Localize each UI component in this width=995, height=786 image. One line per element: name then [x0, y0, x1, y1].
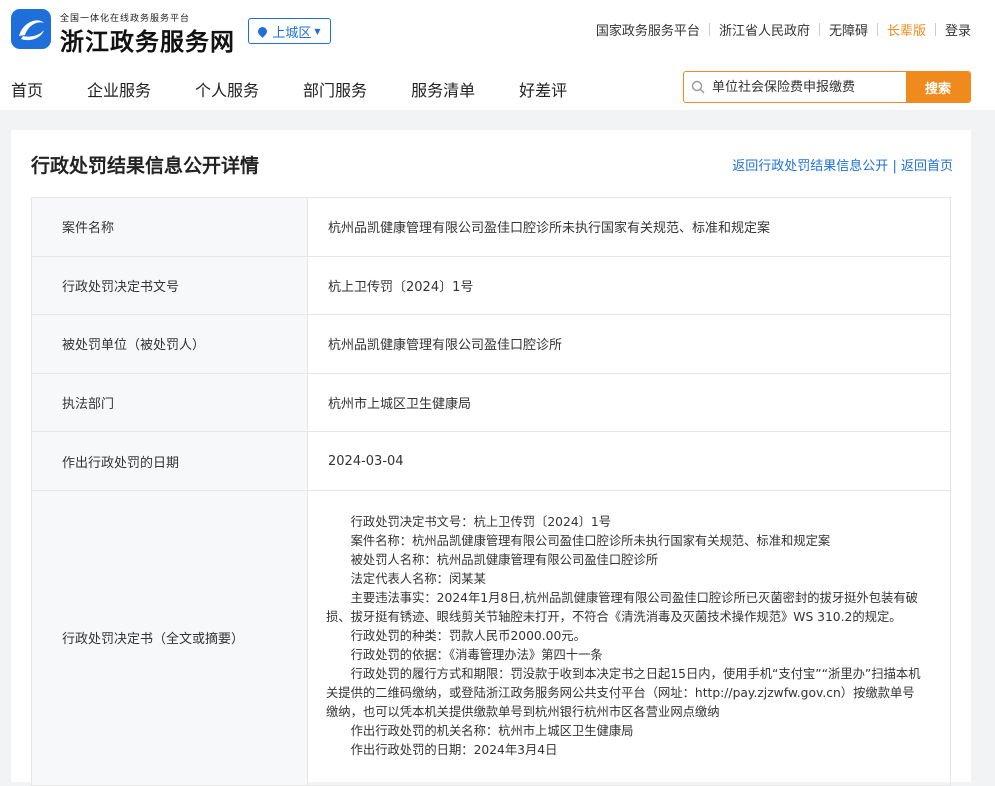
row-label: 行政处罚决定书（全文或摘要）: [31, 489, 308, 786]
row-value: 杭州品凯健康管理有限公司盈佳口腔诊所未执行国家有关规范、标准和规定案: [307, 197, 951, 257]
table-row: 案件名称 杭州品凯健康管理有限公司盈佳口腔诊所未执行国家有关规范、标准和规定案: [31, 197, 951, 257]
row-label: 作出行政处罚的日期: [31, 431, 308, 491]
decision-paragraph: 作出行政处罚的机关名称：杭州市上城区卫生健康局: [350, 723, 634, 738]
table-row-decision: 行政处罚决定书（全文或摘要） 行政处罚决定书文号：杭上卫传罚〔2024〕1号 案…: [31, 489, 951, 786]
decision-paragraph: 作出行政处罚的日期：2024年3月4日: [350, 742, 558, 757]
row-value: 杭州市上城区卫生健康局: [307, 372, 951, 433]
decision-paragraph: 行政处罚的履行方式和期限：罚没款于收到本决定书之日起15日内，使用手机“支付宝”…: [326, 666, 921, 719]
search-bar: 搜索: [683, 71, 971, 103]
detail-card: 行政处罚结果信息公开详情 返回行政处罚结果信息公开 | 返回首页 案件名称 杭州…: [11, 130, 971, 786]
row-label: 被处罚单位（被处罚人）: [31, 314, 308, 374]
row-label: 执法部门: [31, 372, 308, 433]
divider: [708, 23, 710, 36]
site-logo-icon[interactable]: [11, 9, 51, 49]
row-value: 2024-03-04: [307, 431, 951, 491]
nav-enterprise-services[interactable]: 企业服务: [87, 77, 151, 101]
decision-paragraph: 案件名称：杭州品凯健康管理有限公司盈佳口腔诊所未执行国家有关规范、标准和规定案: [350, 533, 831, 548]
detail-table: 案件名称 杭州品凯健康管理有限公司盈佳口腔诊所未执行国家有关规范、标准和规定案 …: [31, 197, 951, 786]
table-row: 作出行政处罚的日期 2024-03-04: [31, 431, 951, 491]
site-header: 全国一体化在线政务服务平台 浙江政务服务网 上城区 ▼ 国家政务服务平台 浙江省…: [0, 0, 995, 110]
nav-home[interactable]: 首页: [11, 77, 43, 101]
decision-paragraph: 被处罚人名称：杭州品凯健康管理有限公司盈佳口腔诊所: [350, 552, 659, 567]
nav-personal-services[interactable]: 个人服务: [195, 77, 259, 101]
divider: [818, 23, 820, 36]
main-nav: 首页 企业服务 个人服务 部门服务 服务清单 好差评: [11, 77, 611, 101]
top-links: 国家政务服务平台 浙江省人民政府 无障碍 长辈版 登录: [596, 20, 971, 39]
logo-title[interactable]: 浙江政务服务网: [60, 22, 235, 57]
page-title: 行政处罚结果信息公开详情: [31, 155, 260, 177]
search-icon: [684, 72, 712, 102]
row-label: 行政处罚决定书文号: [31, 255, 308, 316]
row-value: 杭上卫传罚〔2024〕1号: [307, 255, 951, 316]
row-value: 杭州品凯健康管理有限公司盈佳口腔诊所: [307, 314, 951, 374]
region-label: 上城区: [272, 25, 312, 41]
nav-service-list[interactable]: 服务清单: [411, 77, 475, 101]
decision-paragraph: 主要违法事实：2024年1月8日,杭州品凯健康管理有限公司盈佳口腔诊所已灭菌密封…: [326, 590, 918, 624]
table-row: 执法部门 杭州市上城区卫生健康局: [31, 372, 951, 433]
link-separator: |: [892, 159, 897, 174]
search-button[interactable]: 搜索: [906, 72, 970, 102]
link-login[interactable]: 登录: [945, 20, 971, 39]
link-national-platform[interactable]: 国家政务服务平台: [596, 20, 700, 39]
link-elder-version[interactable]: 长辈版: [887, 20, 926, 39]
card-links: 返回行政处罚结果信息公开 | 返回首页: [732, 155, 953, 174]
nav-department-services[interactable]: 部门服务: [303, 77, 367, 101]
link-accessibility[interactable]: 无障碍: [829, 20, 868, 39]
nav-evaluation[interactable]: 好差评: [519, 77, 567, 101]
search-input[interactable]: [712, 72, 906, 102]
caret-down-icon: ▼: [314, 26, 321, 36]
location-pin-icon: [256, 24, 270, 38]
link-provincial-government[interactable]: 浙江省人民政府: [719, 20, 810, 39]
decision-text: 行政处罚决定书文号：杭上卫传罚〔2024〕1号 案件名称：杭州品凯健康管理有限公…: [307, 489, 951, 786]
link-back-home[interactable]: 返回首页: [901, 159, 953, 174]
table-row: 被处罚单位（被处罚人） 杭州品凯健康管理有限公司盈佳口腔诊所: [31, 314, 951, 374]
decision-paragraph: 法定代表人名称：闵某某: [350, 571, 486, 586]
divider: [934, 23, 936, 36]
link-back-to-list[interactable]: 返回行政处罚结果信息公开: [732, 159, 888, 174]
table-row: 行政处罚决定书文号 杭上卫传罚〔2024〕1号: [31, 255, 951, 316]
region-selector[interactable]: 上城区 ▼: [248, 18, 331, 44]
decision-paragraph: 行政处罚的种类：罚款人民币2000.00元。: [350, 628, 586, 643]
decision-paragraph: 行政处罚的依据：《消毒管理办法》第四十一条: [350, 647, 603, 662]
divider: [876, 23, 878, 36]
row-label: 案件名称: [31, 197, 308, 257]
decision-paragraph: 行政处罚决定书文号：杭上卫传罚〔2024〕1号: [350, 514, 612, 529]
